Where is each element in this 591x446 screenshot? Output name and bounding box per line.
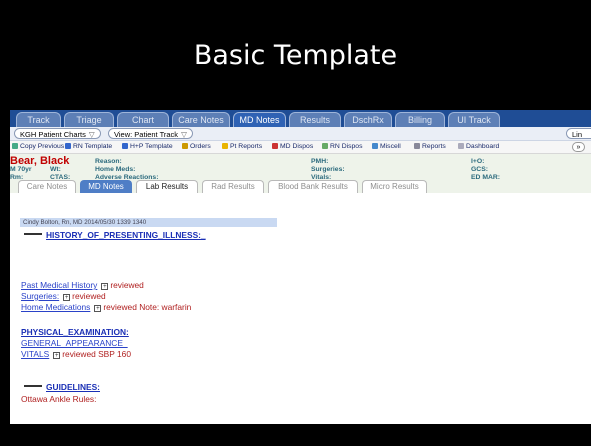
orders-label: Orders [190, 143, 211, 150]
pt-reports-label: Pt Reports [230, 143, 263, 150]
control-row: KGH Patient Charts ▽ View: Patient Track ▽… [10, 127, 591, 141]
pmh-label: PMH: [311, 158, 329, 165]
pt-reports-button[interactable]: Pt Reports [222, 142, 262, 152]
sub-tabs: Care Notes MD Notes Lab Results Rad Resu… [10, 180, 591, 193]
slide-title: Basic Template [193, 40, 398, 71]
surgeries-row: Surgeries: + reviewed [21, 291, 106, 301]
divider-dash [24, 385, 42, 387]
reason-label: Reason: [95, 158, 122, 165]
chevron-down-icon: ▽ [88, 130, 95, 139]
io-label: I+O: [471, 158, 485, 165]
rn-template-button[interactable]: RN Template [65, 142, 112, 152]
view-dropdown-label: View: Patient Track [114, 130, 179, 139]
home-meds-label: Home Meds: [95, 166, 136, 173]
misc-icon [372, 143, 378, 149]
surgeries-value: reviewed [72, 291, 106, 301]
patient-weight-label: Wt: [50, 166, 61, 173]
rn-dispos-label: RN Dispos [330, 143, 363, 150]
vitals-value: reviewed SBP 160 [62, 349, 131, 359]
tab-care-notes[interactable]: Care Notes [172, 112, 230, 127]
note-author-header: Cindy Bolton, Rn, MD 2014/05/30 1339 134… [20, 218, 277, 227]
guidelines-heading-row: GUIDELINES: [24, 382, 100, 392]
orders-icon [182, 143, 188, 149]
chevron-down-icon: ▽ [181, 130, 187, 139]
copy-previous-label: Copy Previous [20, 143, 65, 150]
tab-billing[interactable]: Billing [395, 112, 445, 127]
subtab-rad-results[interactable]: Rad Results [202, 180, 264, 193]
emr-screenshot: Track Triage Chart Care Notes MD Notes R… [10, 110, 591, 424]
pmh-row: Past Medical History + reviewed [21, 280, 144, 290]
subtab-blood-bank-results[interactable]: Blood Bank Results [268, 180, 358, 193]
patient-banner: Bear, Black M 70yr Wt: Rm: CTAS: Reason:… [10, 154, 591, 193]
copy-previous-button[interactable]: Copy Previous [12, 142, 64, 152]
tab-md-notes[interactable]: MD Notes [233, 112, 286, 127]
orders-button[interactable]: Orders [182, 142, 211, 152]
dispo-icon [272, 143, 278, 149]
home-meds-row: Home Medications + reviewed Note: warfarin [21, 302, 191, 312]
ottawa-ankle-rules[interactable]: Ottawa Ankle Rules: [21, 394, 96, 404]
tab-results[interactable]: Results [289, 112, 341, 127]
expand-box-icon[interactable]: + [101, 283, 109, 290]
more-chevron-icon[interactable]: » [572, 142, 585, 152]
guidelines-heading[interactable]: GUIDELINES: [46, 382, 100, 392]
pmh-link[interactable]: Past Medical History [21, 280, 97, 290]
dispo-icon [322, 143, 328, 149]
folder-icon [222, 143, 228, 149]
expand-box-icon[interactable]: + [63, 294, 71, 301]
link-button[interactable]: Lin [566, 128, 591, 139]
patient-sex-age: M 70yr [10, 166, 32, 173]
divider-dash [24, 233, 42, 235]
copy-icon [12, 143, 18, 149]
dashboard-label: Dashboard [466, 143, 500, 150]
expand-box-icon[interactable]: + [94, 305, 102, 312]
main-nav: Track Triage Chart Care Notes MD Notes R… [10, 110, 591, 127]
view-dropdown[interactable]: View: Patient Track ▽ [108, 128, 193, 139]
template-icon [122, 143, 128, 149]
rn-template-label: RN Template [73, 143, 113, 150]
tab-chart[interactable]: Chart [117, 112, 169, 127]
miscell-button[interactable]: Miscell [372, 142, 401, 152]
md-dispos-label: MD Dispos [280, 143, 314, 150]
tab-track[interactable]: Track [16, 112, 61, 127]
miscell-label: Miscell [380, 143, 401, 150]
vitals-row: VITALS + reviewed SBP 160 [21, 349, 131, 359]
general-appearance-link[interactable]: GENERAL_APPEARANCE_ [21, 338, 128, 348]
vitals-link[interactable]: VITALS [21, 349, 49, 359]
hpi-heading-row: HISTORY_OF_PRESENTING_ILLNESS:_ [24, 230, 206, 240]
charts-dropdown[interactable]: KGH Patient Charts ▽ [14, 128, 101, 139]
reports-label: Reports [422, 143, 446, 150]
reports-button[interactable]: Reports [414, 142, 446, 152]
surgeries-link[interactable]: Surgeries: [21, 291, 59, 301]
rn-dispos-button[interactable]: RN Dispos [322, 142, 362, 152]
expand-box-icon[interactable]: + [53, 352, 61, 359]
hp-template-label: H+P Template [130, 143, 173, 150]
surgeries-label: Surgeries: [311, 166, 345, 173]
physical-exam-heading[interactable]: PHYSICAL_EXAMINATION: [21, 327, 129, 337]
pmh-value: reviewed [110, 280, 144, 290]
hpi-heading[interactable]: HISTORY_OF_PRESENTING_ILLNESS:_ [46, 230, 206, 240]
dashboard-button[interactable]: Dashboard [458, 142, 499, 152]
tab-ui-track[interactable]: UI Track [448, 112, 500, 127]
home-meds-link[interactable]: Home Medications [21, 302, 90, 312]
hp-template-button[interactable]: H+P Template [122, 142, 173, 152]
subtab-micro-results[interactable]: Micro Results [362, 180, 427, 193]
charts-dropdown-label: KGH Patient Charts [20, 130, 86, 139]
home-meds-value: reviewed Note: warfarin [103, 302, 192, 312]
toolbar: Copy Previous RN Template H+P Template O… [10, 141, 591, 154]
tab-dschrx[interactable]: DschRx [344, 112, 392, 127]
gcs-label: GCS: [471, 166, 488, 173]
subtab-md-notes[interactable]: MD Notes [80, 180, 132, 193]
note-content: Cindy Bolton, Rn, MD 2014/05/30 1339 134… [10, 208, 591, 424]
subtab-care-notes[interactable]: Care Notes [18, 180, 76, 193]
template-icon [65, 143, 71, 149]
report-icon [414, 143, 420, 149]
subtab-lab-results[interactable]: Lab Results [136, 180, 198, 193]
dashboard-icon [458, 143, 464, 149]
tab-triage[interactable]: Triage [64, 112, 114, 127]
md-dispos-button[interactable]: MD Dispos [272, 142, 313, 152]
